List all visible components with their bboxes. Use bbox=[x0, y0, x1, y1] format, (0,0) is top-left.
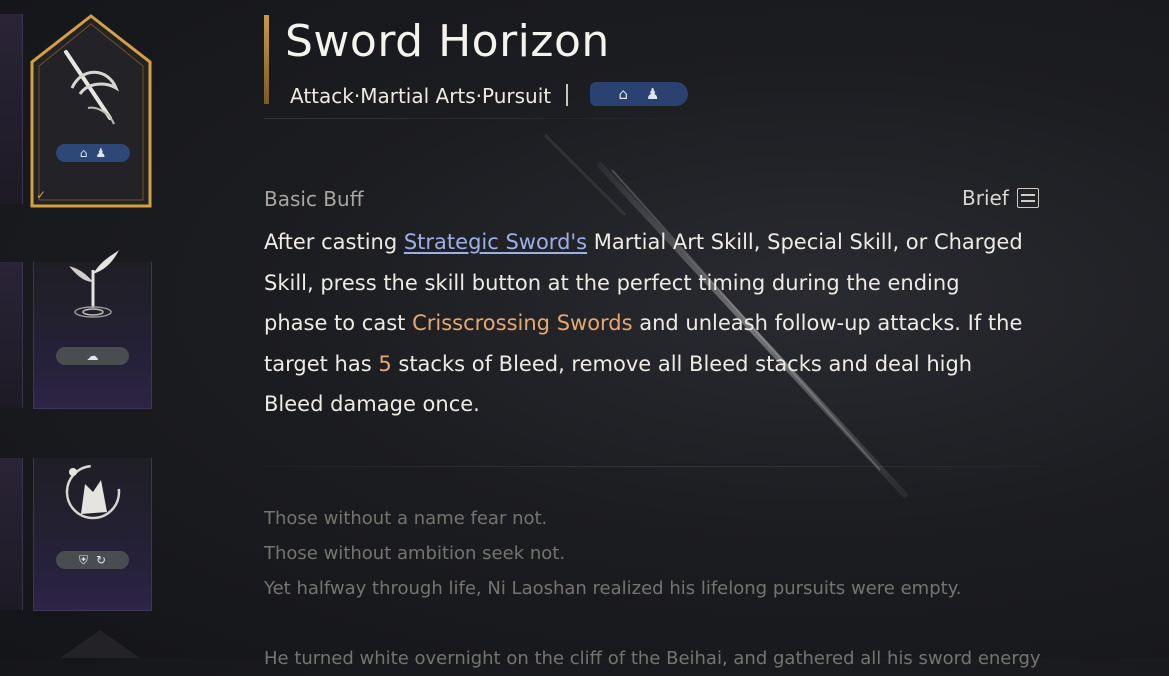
lore-line: Yet halfway through life, Ni Laoshan rea… bbox=[264, 578, 962, 599]
skill-card-2[interactable]: ☁ bbox=[33, 250, 152, 409]
skill-type-pill: ⌂ ♟ bbox=[590, 82, 688, 106]
header-divider bbox=[264, 118, 724, 119]
cloud-icon: ☁ bbox=[86, 349, 99, 363]
lore-line: Those without a name fear not. bbox=[264, 508, 548, 529]
card-3-tag-pill: ⛨ ↻ bbox=[56, 551, 129, 569]
left-edge-panel-3[interactable] bbox=[0, 458, 23, 610]
lore-line: He turned white overnight on the cliff o… bbox=[264, 648, 1041, 669]
figure-icon: ♟ bbox=[646, 85, 660, 103]
card-2-tag-pill: ☁ bbox=[56, 347, 129, 365]
title-accent-bar bbox=[264, 15, 269, 104]
skill-card-selected[interactable]: ⌂ ♟ ✓ bbox=[30, 14, 152, 208]
wolf-moon-icon bbox=[65, 464, 121, 520]
skill-tags: Attack·Martial Arts·Pursuit bbox=[290, 84, 552, 108]
section-label-basic-buff: Basic Buff bbox=[264, 187, 364, 211]
building-icon: ⌂ bbox=[618, 85, 629, 103]
shield-icon: ⛨ bbox=[78, 552, 88, 567]
lore-line: Those without ambition seek not. bbox=[264, 543, 566, 564]
sword-brush-icon bbox=[64, 50, 120, 125]
lore-divider bbox=[264, 466, 1044, 467]
strategic-sword-link[interactable]: Strategic Sword's bbox=[404, 230, 587, 254]
left-edge-panel-1[interactable] bbox=[0, 14, 23, 204]
lore-text: Those without a name fear not. Those wit… bbox=[264, 501, 1144, 676]
tags-divider bbox=[566, 84, 568, 106]
brief-label: Brief bbox=[962, 186, 1009, 210]
skill-title: Sword Horizon bbox=[285, 16, 610, 67]
building-icon: ⌂ bbox=[79, 146, 88, 160]
desc-text-1: After casting bbox=[264, 230, 404, 254]
skill-card-4-partial[interactable] bbox=[60, 630, 140, 660]
swirl-icon: ↻ bbox=[95, 553, 107, 567]
card-1-tag-pill: ⌂ ♟ bbox=[56, 144, 130, 162]
brief-toggle-button[interactable]: Brief bbox=[962, 186, 1039, 210]
crisscrossing-swords-highlight: Crisscrossing Swords bbox=[412, 311, 633, 335]
skill-card-3[interactable]: ⛨ ↻ bbox=[33, 458, 152, 611]
buff-description: After casting Strategic Sword's Martial … bbox=[264, 222, 1024, 425]
check-icon: ✓ bbox=[36, 188, 47, 202]
bleed-stacks-count: 5 bbox=[378, 351, 392, 376]
figure-icon: ♟ bbox=[95, 146, 107, 160]
left-edge-panel-2[interactable] bbox=[0, 262, 23, 408]
list-toggle-icon bbox=[1016, 188, 1039, 208]
plant-ripple-icon bbox=[69, 250, 119, 318]
